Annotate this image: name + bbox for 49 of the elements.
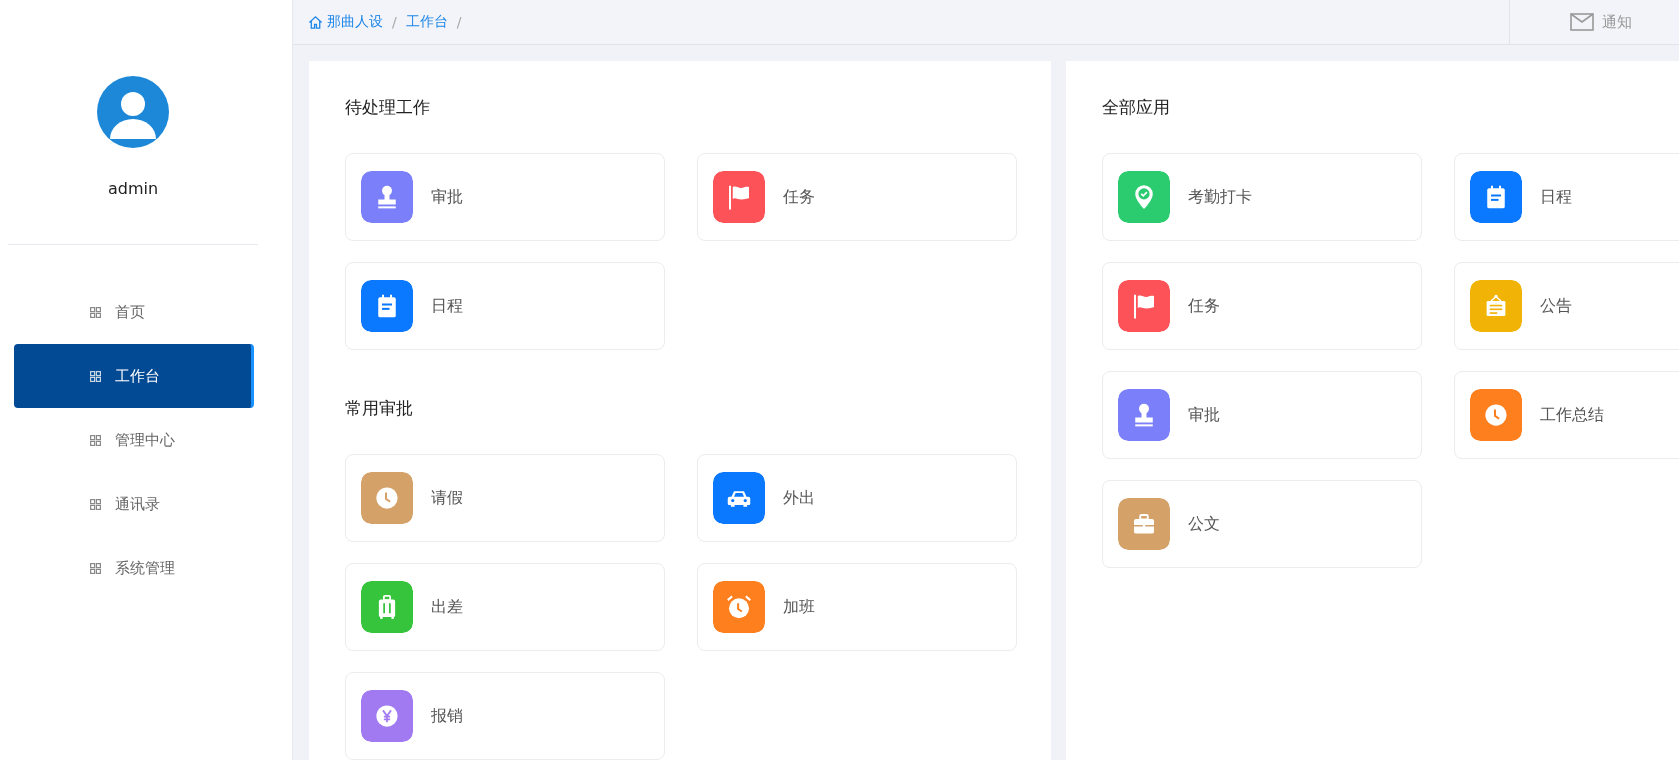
app-label: 出差 (431, 596, 463, 618)
app-label: 任务 (1188, 295, 1220, 317)
app-card[interactable]: 公告 (1454, 262, 1679, 350)
app-label: 任务 (783, 186, 815, 208)
app-label: 加班 (783, 596, 815, 618)
app-label: 公文 (1188, 513, 1220, 535)
app-card[interactable]: 请假 (345, 454, 665, 542)
app-label: 日程 (1540, 186, 1572, 208)
section-title: 待处理工作 (345, 97, 431, 117)
app-card[interactable]: 公文 (1102, 480, 1422, 568)
grid-icon (90, 306, 101, 318)
grid-icon (90, 562, 101, 574)
menu-item[interactable]: 工作台 (14, 344, 254, 408)
app-label: 审批 (431, 186, 463, 208)
breadcrumb-separator: / (456, 14, 462, 30)
menu-item[interactable]: 管理中心 (14, 408, 254, 472)
grid-icon (90, 498, 101, 510)
app-card[interactable]: 外出 (697, 454, 1017, 542)
app-label: 公告 (1540, 295, 1572, 317)
breadcrumb-separator: / (392, 14, 397, 30)
user-name: admin (107, 179, 159, 198)
section-title: 常用审批 (345, 398, 414, 418)
app-label: 工作总结 (1540, 404, 1604, 426)
app-label: 外出 (783, 487, 815, 509)
app-card[interactable]: 工作总结 (1454, 371, 1679, 459)
app-label: 请假 (431, 487, 463, 509)
menu-item[interactable]: 通讯录 (14, 472, 254, 536)
app-card[interactable]: 加班 (697, 563, 1017, 651)
app-card[interactable]: 日程 (345, 262, 665, 350)
app-card[interactable]: 任务 (1102, 262, 1422, 350)
app-card[interactable]: 报销 (345, 672, 665, 760)
breadcrumb-link[interactable]: 工作台 (405, 13, 448, 31)
app-label: 报销 (431, 705, 463, 727)
app-label: 日程 (431, 295, 463, 317)
app-card[interactable]: 审批 (1102, 371, 1422, 459)
app-card[interactable]: 出差 (345, 563, 665, 651)
grid-icon (90, 370, 101, 382)
app-card[interactable]: 考勤打卡 (1102, 153, 1422, 241)
menu-item[interactable]: 系统管理 (14, 536, 254, 600)
grid-icon (90, 434, 101, 446)
app-card[interactable]: 任务 (697, 153, 1017, 241)
section-title: 全部应用 (1102, 97, 1171, 117)
mail-icon[interactable] (1570, 13, 1594, 31)
app-card[interactable]: 审批 (345, 153, 665, 241)
home-icon (308, 14, 323, 30)
app-card[interactable]: 日程 (1454, 153, 1679, 241)
app-label: 考勤打卡 (1188, 186, 1252, 208)
app-label: 审批 (1188, 404, 1220, 426)
menu-item[interactable]: 首页 (14, 280, 254, 344)
